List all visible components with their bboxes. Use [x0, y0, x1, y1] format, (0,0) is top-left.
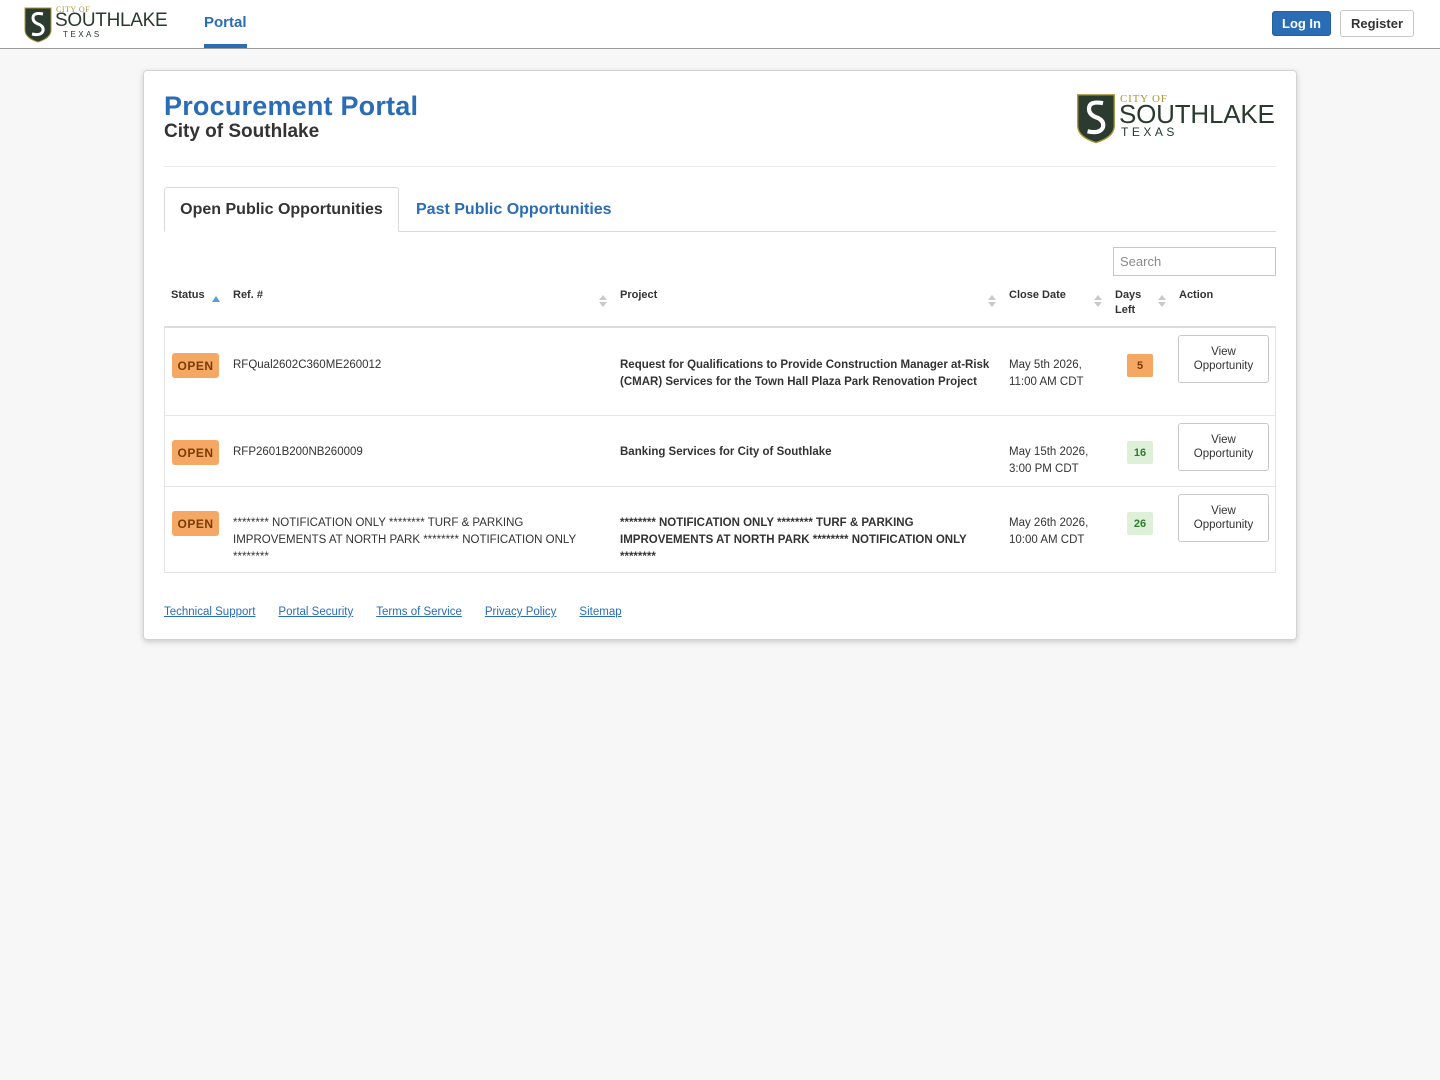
close-date: May 26th 2026, 10:00 AM CDT: [1009, 515, 1119, 549]
days-left-badge: 26: [1127, 512, 1153, 535]
page-title: Procurement Portal: [164, 91, 419, 121]
status-badge: OPEN: [172, 511, 219, 536]
city-logo-large: CITY OF SOUTHLAKE TEXAS: [1076, 92, 1280, 146]
southlake-shield-icon: [24, 7, 52, 43]
close-date-day: May 26th 2026,: [1009, 517, 1089, 529]
sitemap-link[interactable]: Sitemap: [579, 606, 621, 618]
tab-past-opportunities[interactable]: Past Public Opportunities: [400, 187, 628, 232]
southlake-shield-icon: [1077, 94, 1115, 144]
status-badge: OPEN: [172, 440, 219, 465]
register-button[interactable]: Register: [1340, 10, 1414, 37]
project-name: Request for Qualifications to Provide Co…: [620, 359, 990, 388]
header-divider: [164, 166, 1276, 167]
close-date-time: 10:00 AM CDT: [1009, 534, 1085, 546]
view-label: View: [1211, 346, 1236, 358]
top-navbar: CITY OF SOUTHLAKE TEXAS Portal Log In Re…: [0, 0, 1440, 49]
header-action-label: Action: [1179, 289, 1214, 301]
ref-number: ******** NOTIFICATION ONLY ******** TURF…: [233, 517, 576, 563]
logo-name-text: SOUTHLAKE: [55, 10, 168, 31]
header-project-label: Project: [620, 289, 658, 301]
ref-number: RFP2601B200NB260009: [233, 446, 363, 458]
project-name: ******** NOTIFICATION ONLY ******** TURF…: [620, 517, 967, 563]
logo-wordmark: CITY OF SOUTHLAKE TEXAS: [55, 6, 173, 42]
technical-support-link[interactable]: Technical Support: [164, 606, 255, 618]
view-label: View: [1211, 505, 1236, 517]
header-action: Action: [1179, 288, 1213, 303]
terms-of-service-link[interactable]: Terms of Service: [376, 606, 462, 618]
header-close-date[interactable]: Close Date: [1009, 288, 1066, 303]
close-date-time: 11:00 AM CDT: [1009, 376, 1084, 388]
close-date-day: May 5th 2026,: [1009, 359, 1082, 371]
opportunity-label: Opportunity: [1193, 360, 1254, 372]
search-input[interactable]: [1113, 247, 1276, 276]
header-status[interactable]: Status: [171, 288, 205, 303]
login-button[interactable]: Log In: [1272, 11, 1331, 36]
opportunity-label: Opportunity: [1193, 448, 1254, 460]
close-date: May 15th 2026, 3:00 PM CDT: [1009, 444, 1119, 478]
header-days-left-label-2: Left: [1115, 304, 1136, 316]
close-date-time: 3:00 PM CDT: [1009, 463, 1079, 475]
sort-icon: [988, 295, 996, 309]
header-status-label: Status: [171, 289, 205, 301]
header-days-left-label-1: Days: [1115, 289, 1142, 301]
status-badge: OPEN: [172, 353, 219, 378]
procurement-card: Procurement Portal City of Southlake CIT…: [143, 70, 1297, 640]
sort-icon: [1094, 295, 1102, 309]
close-date: May 5th 2026, 11:00 AM CDT: [1009, 357, 1119, 391]
view-label: View: [1211, 434, 1236, 446]
header-days-left[interactable]: Days Left: [1115, 288, 1141, 318]
header-project[interactable]: Project: [620, 288, 657, 303]
header-close-date-label: Close Date: [1009, 289, 1066, 301]
portal-security-link[interactable]: Portal Security: [278, 606, 353, 618]
project-name: Banking Services for City of Southlake: [620, 446, 832, 458]
table-body: OPEN RFQual2602C360ME260012 Request for …: [164, 328, 1276, 573]
header-ref[interactable]: Ref. #: [233, 288, 263, 303]
privacy-policy-link[interactable]: Privacy Policy: [485, 606, 557, 618]
sort-ascending-icon: [212, 296, 220, 302]
view-opportunity-button[interactable]: View Opportunity: [1178, 335, 1269, 383]
page-subtitle: City of Southlake: [164, 121, 320, 142]
table-row: OPEN ******** NOTIFICATION ONLY ********…: [165, 486, 1275, 572]
logo-state-text: TEXAS: [1121, 125, 1178, 139]
logo-name-text: SOUTHLAKE: [1119, 99, 1275, 129]
logo-state-text: TEXAS: [63, 30, 102, 39]
view-opportunity-button[interactable]: View Opportunity: [1178, 494, 1269, 542]
sort-icon: [599, 295, 607, 309]
opportunity-label: Opportunity: [1193, 519, 1254, 531]
nav-portal-link[interactable]: Portal: [204, 0, 247, 48]
ref-number: RFQual2602C360ME260012: [233, 359, 382, 371]
city-logo-link[interactable]: CITY OF SOUTHLAKE TEXAS: [24, 5, 174, 43]
table-row: OPEN RFP2601B200NB260009 Banking Service…: [165, 415, 1275, 486]
close-date-day: May 15th 2026,: [1009, 446, 1089, 458]
view-opportunity-button[interactable]: View Opportunity: [1178, 423, 1269, 471]
table-row: OPEN RFQual2602C360ME260012 Request for …: [165, 328, 1275, 415]
days-left-badge: 16: [1127, 441, 1153, 464]
sort-icon: [1158, 295, 1166, 309]
header-ref-label: Ref. #: [233, 289, 263, 301]
days-left-badge: 5: [1127, 354, 1153, 377]
tab-open-opportunities[interactable]: Open Public Opportunities: [164, 187, 399, 232]
footer-links: Technical Support Portal Security Terms …: [164, 606, 622, 618]
